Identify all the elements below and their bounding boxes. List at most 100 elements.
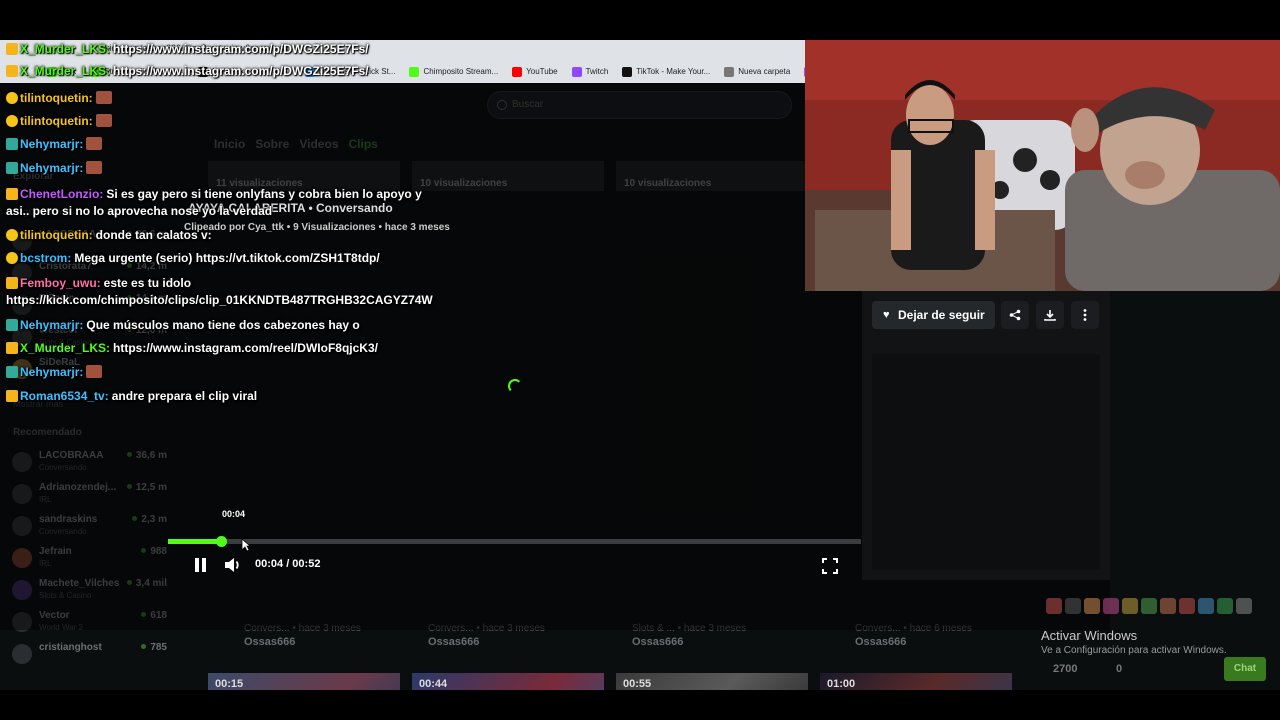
windows-activation-title: Activar Windows	[1041, 628, 1138, 643]
chat-message: Femboy_uwu: este es tu idolo	[6, 276, 191, 290]
yellow-badge-icon	[6, 252, 18, 264]
chat-username[interactable]: Nehymarjr:	[20, 365, 83, 379]
emote-icon	[86, 137, 103, 150]
chat-message: Nehymarjr:	[6, 137, 103, 151]
chat-username[interactable]: X_Murder_LKS:	[20, 341, 110, 355]
yellow-badge-icon	[6, 115, 18, 127]
unfollow-label: Dejar de seguir	[898, 308, 985, 322]
more-button[interactable]	[1071, 301, 1099, 329]
green-badge-icon	[6, 319, 18, 331]
mouse-cursor-icon	[241, 538, 251, 552]
chat-text: asi.. pero si no lo aprovecha nose yo la…	[6, 204, 273, 218]
yellow-badge-icon	[6, 229, 18, 241]
yellow-badge-icon	[6, 92, 18, 104]
chat-message: X_Murder_LKS: https://www.instagram.com/p…	[6, 64, 369, 78]
chat-message: ChenetLonzio: Si es gay pero si tiene onl…	[6, 187, 422, 201]
screen: kick.com/ossas666/clips?sort=view&range=…	[0, 40, 1280, 690]
emote-icon[interactable]	[1217, 598, 1233, 614]
chat-message: X_Murder_LKS: https://www.instagram.com/p…	[6, 42, 369, 56]
download-button[interactable]	[1036, 301, 1064, 329]
emote-icon[interactable]	[1065, 598, 1081, 614]
chat-overlay: X_Murder_LKS: https://www.instagram.com/p…	[0, 40, 480, 420]
chat-text: Mega urgente (serio) https://vt.tiktok.c…	[74, 251, 380, 265]
clip-channel[interactable]: Ossas666	[855, 636, 906, 648]
emote-icon[interactable]	[1103, 598, 1119, 614]
share-icon	[1009, 309, 1021, 321]
chat-message: Nehymarjr: Que músculos mano tiene dos ca…	[6, 318, 360, 332]
emote-icon[interactable]	[1084, 598, 1100, 614]
fullscreen-icon[interactable]	[822, 558, 838, 574]
chat-text: https://www.instagram.com/p/DWGZi25E7Fs/	[113, 42, 369, 56]
chat-message: tilintoquetin:	[6, 91, 112, 105]
green-badge-icon	[6, 366, 18, 378]
chat-username[interactable]: Roman6534_tv:	[20, 389, 109, 403]
crown-badge-icon	[6, 277, 18, 289]
chat-text: https://www.instagram.com/p/DWGZi25E7Fs/	[113, 64, 369, 78]
emote-icon[interactable]	[1122, 598, 1138, 614]
emote-icon	[86, 161, 103, 174]
windows-activation-subtitle: Ve a Configuración para activar Windows.	[1041, 645, 1227, 656]
chat-username[interactable]: tilintoquetin:	[20, 114, 93, 128]
chat-username[interactable]: Nehymarjr:	[20, 318, 83, 332]
more-vertical-icon	[1083, 309, 1087, 321]
chat-message: Nehymarjr:	[6, 161, 103, 175]
chat-text: https://kick.com/chimposito/clips/clip_0…	[6, 293, 433, 307]
chat-username[interactable]: X_Murder_LKS:	[20, 64, 110, 78]
loading-spinner-icon	[508, 379, 522, 393]
chat-username[interactable]: X_Murder_LKS:	[20, 42, 110, 56]
emote-icon	[86, 365, 103, 378]
green-badge-icon	[6, 162, 18, 174]
chat-message: tilintoquetin: donde tan calatos v:	[6, 228, 212, 242]
chat-username[interactable]: Nehymarjr:	[20, 137, 83, 151]
chat-username[interactable]: Femboy_uwu:	[20, 276, 101, 290]
channel-points: 2700	[1053, 663, 1078, 675]
chat-message: https://kick.com/chimposito/clips/clip_0…	[6, 293, 433, 307]
crown-badge-icon	[6, 342, 18, 354]
chat-username[interactable]: bcstrom:	[20, 251, 71, 265]
chat-message: bcstrom: Mega urgente (serio) https://vt.…	[6, 251, 380, 265]
emote-icon	[95, 91, 112, 104]
heart-icon: ♥	[883, 309, 890, 321]
emote-icon[interactable]	[1141, 598, 1157, 614]
chat-send-button[interactable]: Chat	[1224, 657, 1266, 681]
chat-text: https://www.instagram.com/reel/DWIoF8qjc…	[113, 341, 378, 355]
download-icon	[1044, 310, 1056, 321]
clip-info-box	[872, 354, 1100, 570]
crown-badge-icon	[6, 43, 18, 55]
crown-badge-icon	[6, 390, 18, 402]
letterbox-bottom	[0, 690, 1280, 720]
share-button[interactable]	[1001, 301, 1029, 329]
volume-icon[interactable]	[223, 556, 243, 574]
chat-username[interactable]: ChenetLonzio:	[20, 187, 103, 201]
crown-badge-icon	[6, 65, 18, 77]
channel-points-secondary: 0	[1116, 663, 1123, 675]
green-badge-icon	[6, 138, 18, 150]
chat-text: andre prepara el clip viral	[111, 389, 258, 403]
clip-side-panel: ♥ Dejar de seguir	[862, 290, 1110, 580]
emote-icon[interactable]	[1179, 598, 1195, 614]
chat-username[interactable]: Nehymarjr:	[20, 161, 83, 175]
chat-message: Nehymarjr:	[6, 365, 103, 379]
progress-handle[interactable]	[216, 536, 227, 547]
progress-fill	[168, 539, 221, 544]
emote-icon[interactable]	[1046, 598, 1062, 614]
emote-bar	[1046, 598, 1252, 614]
pause-button[interactable]	[193, 558, 207, 572]
chat-username[interactable]: tilintoquetin:	[20, 91, 93, 105]
emote-icon[interactable]	[1160, 598, 1176, 614]
chat-text: Si es gay pero si tiene onlyfans y cobra…	[106, 187, 422, 201]
seek-tooltip: 00:04	[222, 509, 246, 519]
chat-message: tilintoquetin:	[6, 114, 112, 128]
emote-icon[interactable]	[1236, 598, 1252, 614]
chat-text: Que músculos mano tiene dos cabezones ha…	[86, 318, 360, 332]
crown-badge-icon	[6, 188, 18, 200]
progress-bar[interactable]	[168, 539, 861, 544]
chat-message: asi.. pero si no lo aprovecha nose yo la…	[6, 204, 272, 218]
webcam-overlay	[805, 40, 1280, 291]
chat-username[interactable]: tilintoquetin:	[20, 228, 93, 242]
chat-text: este es tu idolo	[103, 276, 192, 290]
chat-text: donde tan calatos v:	[95, 228, 212, 242]
chat-message: Roman6534_tv: andre prepara el clip viral	[6, 389, 257, 403]
unfollow-button[interactable]: ♥ Dejar de seguir	[872, 301, 995, 329]
emote-icon[interactable]	[1198, 598, 1214, 614]
